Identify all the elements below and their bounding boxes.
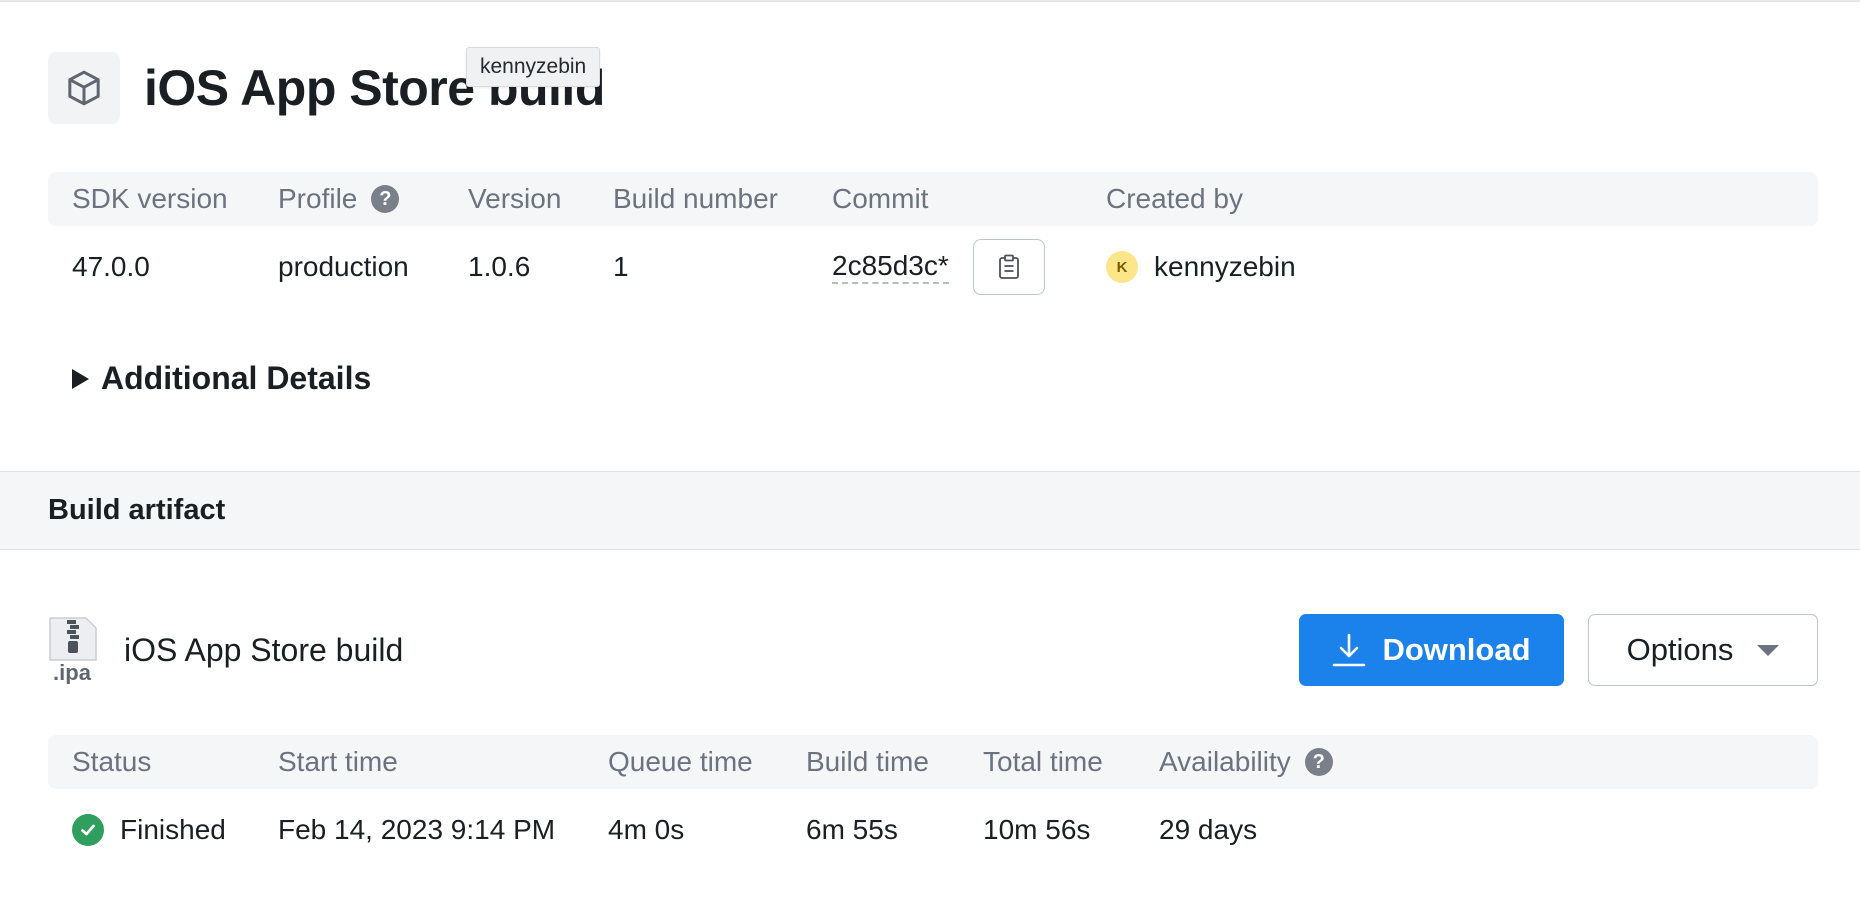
profile-help-icon[interactable]: ? xyxy=(371,185,400,213)
avatar: K xyxy=(1106,251,1138,283)
section-title: Build artifact xyxy=(48,494,226,526)
col-build-time: Build time xyxy=(806,746,929,777)
availability-help-icon[interactable]: ? xyxy=(1304,748,1333,776)
commit-cell: 2c85d3c* xyxy=(832,226,1045,308)
table-header: SDK version Profile ? Version Build numb… xyxy=(48,172,1818,226)
created-by-cell: K kennyzebin xyxy=(1106,226,1296,308)
copy-commit-button[interactable] xyxy=(972,239,1045,295)
col-created-by: Created by xyxy=(1106,183,1243,214)
ipa-file-icon: .ipa xyxy=(48,616,98,685)
options-dropdown-button[interactable]: Options xyxy=(1588,614,1818,686)
download-icon xyxy=(1333,633,1366,667)
additional-details-label: Additional Details xyxy=(101,360,372,396)
table-row: Finished Feb 14, 2023 9:14 PM 4m 0s 6m 5… xyxy=(48,789,1818,871)
build-time-value: 6m 55s xyxy=(806,814,898,845)
check-circle-icon xyxy=(72,814,104,846)
build-status-table: Status Start time Queue time Build time … xyxy=(48,735,1818,871)
clipboard-icon xyxy=(998,254,1019,279)
col-sdk-version: SDK version xyxy=(72,183,228,214)
svg-text:.ipa: .ipa xyxy=(53,660,92,684)
version-value: 1.0.6 xyxy=(468,251,531,282)
col-profile: Profile ? xyxy=(278,172,400,226)
queue-time-value: 4m 0s xyxy=(608,814,685,845)
artifact-row: .ipa iOS App Store build Download Option… xyxy=(48,614,1818,688)
chevron-down-icon xyxy=(1757,644,1780,656)
caret-right-icon xyxy=(72,368,89,389)
col-version: Version xyxy=(468,183,562,214)
build-number-value: 1 xyxy=(613,251,629,282)
profile-value: production xyxy=(278,251,409,282)
col-total-time: Total time xyxy=(983,746,1103,777)
start-time-value: Feb 14, 2023 9:14 PM xyxy=(278,814,556,845)
col-availability: Availability ? xyxy=(1159,735,1333,789)
artifact-name: iOS App Store build xyxy=(124,632,404,668)
build-details-table: SDK version Profile ? Version Build numb… xyxy=(48,172,1818,308)
col-commit: Commit xyxy=(832,183,929,214)
status-value: Finished xyxy=(120,814,226,845)
total-time-value: 10m 56s xyxy=(983,814,1091,845)
options-label: Options xyxy=(1626,632,1734,667)
table-header: Status Start time Queue time Build time … xyxy=(48,735,1818,789)
col-queue-time: Queue time xyxy=(608,746,753,777)
availability-value: 29 days xyxy=(1159,814,1258,845)
table-row: 47.0.0 production 1.0.6 1 2c85d3c* K ken… xyxy=(48,226,1818,308)
col-status: Status xyxy=(72,746,152,777)
col-start-time: Start time xyxy=(278,746,398,777)
additional-details-toggle[interactable]: Additional Details xyxy=(72,360,371,397)
col-build-number: Build number xyxy=(613,183,778,214)
build-artifact-section-header: Build artifact xyxy=(0,471,1860,550)
download-button[interactable]: Download xyxy=(1299,614,1564,686)
created-by-user-link[interactable]: kennyzebin xyxy=(1154,251,1296,283)
download-label: Download xyxy=(1382,632,1531,667)
build-details-page: iOS App Store build kennyzebin SDK versi… xyxy=(0,0,1860,912)
status-cell: Finished xyxy=(72,789,226,871)
commit-hash-link[interactable]: 2c85d3c* xyxy=(832,250,949,284)
box-icon xyxy=(48,52,120,124)
sdk-version-value: 47.0.0 xyxy=(72,251,150,282)
username-tooltip: kennyzebin xyxy=(466,47,601,87)
